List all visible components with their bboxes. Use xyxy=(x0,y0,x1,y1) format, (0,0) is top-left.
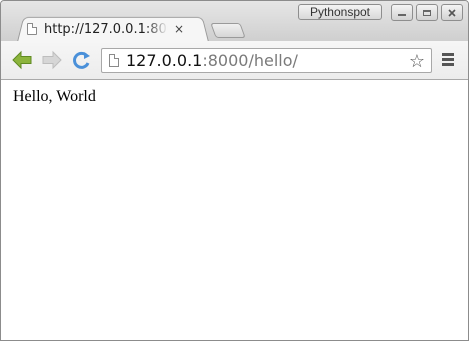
toolbar: 127.0.0.1:8000/hello/ ☆ xyxy=(1,41,468,80)
close-icon xyxy=(448,8,456,17)
window-close-button[interactable] xyxy=(441,4,463,21)
page-icon xyxy=(27,23,37,35)
reload-button[interactable] xyxy=(71,50,93,70)
minimize-button[interactable] xyxy=(391,4,413,21)
reload-icon xyxy=(73,51,90,69)
page-content: Hello, World xyxy=(1,80,468,340)
forward-button[interactable] xyxy=(41,50,63,70)
back-button[interactable] xyxy=(11,50,33,70)
new-tab-button[interactable] xyxy=(210,23,246,38)
tab-title: http://127.0.0.1:8000/hello/ xyxy=(44,21,168,37)
star-icon[interactable]: ☆ xyxy=(409,51,425,72)
url-text[interactable]: 127.0.0.1:8000/hello/ xyxy=(126,51,298,70)
page-icon xyxy=(109,54,119,67)
title-bar: http://127.0.0.1:8000/hello/ × Pythonspo… xyxy=(1,1,468,42)
minimize-icon xyxy=(398,14,406,16)
page-body-text: Hello, World xyxy=(13,88,96,105)
close-icon[interactable]: × xyxy=(174,22,184,36)
maximize-button[interactable] xyxy=(416,4,438,21)
back-arrow-icon xyxy=(12,50,32,70)
address-bar[interactable]: 127.0.0.1:8000/hello/ ☆ xyxy=(101,48,432,73)
maximize-icon xyxy=(423,9,431,16)
profile-button[interactable]: Pythonspot xyxy=(298,4,382,20)
url-path: :8000/hello/ xyxy=(202,51,298,70)
url-host: 127.0.0.1 xyxy=(126,51,203,70)
forward-arrow-icon xyxy=(42,50,62,70)
active-tab[interactable]: http://127.0.0.1:8000/hello/ × xyxy=(23,18,205,40)
browser-window: http://127.0.0.1:8000/hello/ × Pythonspo… xyxy=(0,0,469,341)
menu-icon[interactable] xyxy=(442,53,456,67)
